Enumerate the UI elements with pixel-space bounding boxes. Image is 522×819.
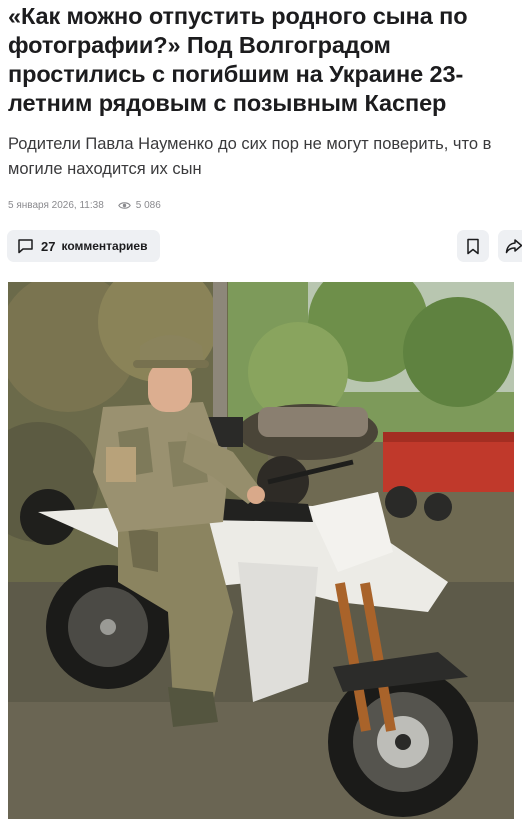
publish-date: 5 января 2026, 11:38	[8, 199, 104, 211]
bookmark-button[interactable]	[457, 230, 489, 262]
share-arrow-icon	[505, 239, 522, 254]
comments-label: комментариев	[61, 239, 148, 253]
bookmark-icon	[467, 238, 479, 254]
comment-bubble-icon	[18, 239, 33, 254]
views-count: 5 086	[135, 199, 161, 211]
article-lead: Родители Павла Науменко до сих пор не мо…	[8, 135, 492, 178]
share-button[interactable]	[498, 230, 522, 262]
article-photo	[8, 282, 514, 819]
article-headline: «Как можно отпустить родного сына по фот…	[8, 3, 468, 116]
comments-button[interactable]: 27 комментариев	[7, 230, 160, 262]
comments-count: 27	[41, 238, 56, 254]
article-actions: 27 комментариев	[0, 230, 522, 264]
article-meta: 5 января 2026, 11:38 5 086	[8, 198, 161, 212]
soldier-on-motorcycle-image	[8, 282, 514, 819]
eye-icon	[117, 201, 131, 209]
